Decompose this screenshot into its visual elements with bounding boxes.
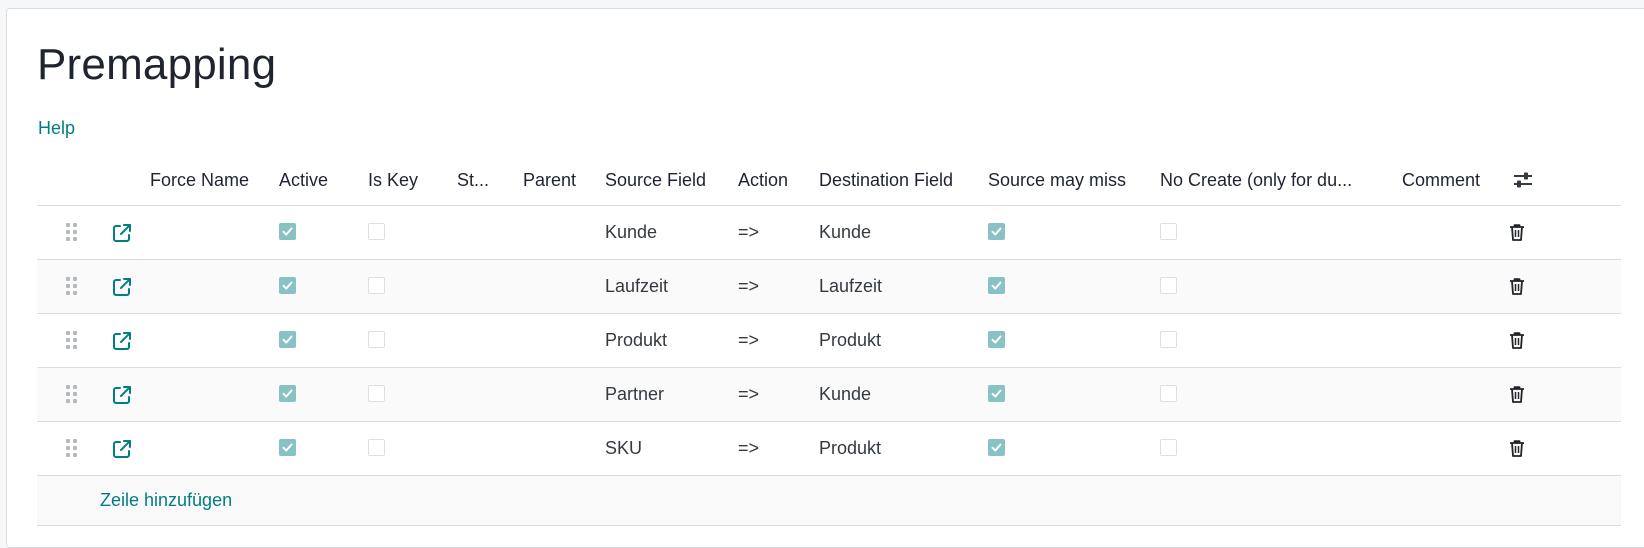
trash-icon[interactable] xyxy=(1507,438,1527,458)
header-st[interactable]: St... xyxy=(457,155,497,205)
no-create-checkbox[interactable] xyxy=(1160,331,1177,348)
premapping-table: Force Name Active Is Key St... Parent So… xyxy=(37,155,1621,526)
table-row[interactable]: SKU => Produkt xyxy=(37,422,1621,476)
active-checkbox[interactable] xyxy=(279,223,296,240)
drag-handle-icon[interactable] xyxy=(66,439,78,459)
source-field-cell[interactable]: Laufzeit xyxy=(605,260,668,313)
action-cell[interactable]: => xyxy=(738,206,759,259)
destination-field-cell[interactable]: Kunde xyxy=(819,206,871,259)
external-link-icon[interactable] xyxy=(111,384,133,406)
active-checkbox[interactable] xyxy=(279,331,296,348)
active-checkbox[interactable] xyxy=(279,385,296,402)
trash-icon[interactable] xyxy=(1507,276,1527,296)
destination-field-cell[interactable]: Produkt xyxy=(819,422,881,475)
table-body: Kunde => Kunde Laufzeit => Laufzeit Prod… xyxy=(37,206,1621,476)
help-link[interactable]: Help xyxy=(38,118,75,139)
header-comment[interactable]: Comment xyxy=(1402,155,1480,205)
table-row[interactable]: Partner => Kunde xyxy=(37,368,1621,422)
header-source-may-miss[interactable]: Source may miss xyxy=(988,155,1126,205)
header-parent[interactable]: Parent xyxy=(523,155,576,205)
active-checkbox[interactable] xyxy=(279,277,296,294)
header-source-field[interactable]: Source Field xyxy=(605,155,706,205)
drag-handle-icon[interactable] xyxy=(66,277,78,297)
is-key-checkbox[interactable] xyxy=(368,331,385,348)
trash-icon[interactable] xyxy=(1507,384,1527,404)
header-destination-field[interactable]: Destination Field xyxy=(819,155,953,205)
table-footer: Zeile hinzufügen xyxy=(37,476,1621,526)
trash-icon[interactable] xyxy=(1507,330,1527,350)
action-cell[interactable]: => xyxy=(738,260,759,313)
drag-handle-icon[interactable] xyxy=(66,331,78,351)
add-line-button[interactable]: Zeile hinzufügen xyxy=(100,476,232,525)
external-link-icon[interactable] xyxy=(111,330,133,352)
action-cell[interactable]: => xyxy=(738,368,759,421)
source-may-miss-checkbox[interactable] xyxy=(988,223,1005,240)
header-no-create[interactable]: No Create (only for du... xyxy=(1160,155,1372,205)
action-cell[interactable]: => xyxy=(738,422,759,475)
header-force-name[interactable]: Force Name xyxy=(150,155,249,205)
no-create-checkbox[interactable] xyxy=(1160,439,1177,456)
source-may-miss-checkbox[interactable] xyxy=(988,277,1005,294)
no-create-checkbox[interactable] xyxy=(1160,223,1177,240)
trash-icon[interactable] xyxy=(1507,222,1527,242)
table-row[interactable]: Produkt => Produkt xyxy=(37,314,1621,368)
page-title: Premapping xyxy=(37,40,277,89)
external-link-icon[interactable] xyxy=(111,276,133,298)
action-cell[interactable]: => xyxy=(738,314,759,367)
no-create-checkbox[interactable] xyxy=(1160,277,1177,294)
header-active[interactable]: Active xyxy=(279,155,328,205)
header-action[interactable]: Action xyxy=(738,155,788,205)
source-may-miss-checkbox[interactable] xyxy=(988,331,1005,348)
source-field-cell[interactable]: SKU xyxy=(605,422,642,475)
table-row[interactable]: Kunde => Kunde xyxy=(37,206,1621,260)
source-field-cell[interactable]: Produkt xyxy=(605,314,667,367)
destination-field-cell[interactable]: Produkt xyxy=(819,314,881,367)
external-link-icon[interactable] xyxy=(111,438,133,460)
destination-field-cell[interactable]: Kunde xyxy=(819,368,871,421)
no-create-checkbox[interactable] xyxy=(1160,385,1177,402)
source-may-miss-checkbox[interactable] xyxy=(988,385,1005,402)
external-link-icon[interactable] xyxy=(111,222,133,244)
source-field-cell[interactable]: Kunde xyxy=(605,206,657,259)
sliders-icon[interactable] xyxy=(1511,169,1535,191)
is-key-checkbox[interactable] xyxy=(368,277,385,294)
table-header: Force Name Active Is Key St... Parent So… xyxy=(37,155,1621,206)
table-row[interactable]: Laufzeit => Laufzeit xyxy=(37,260,1621,314)
drag-handle-icon[interactable] xyxy=(66,223,78,243)
is-key-checkbox[interactable] xyxy=(368,439,385,456)
active-checkbox[interactable] xyxy=(279,439,296,456)
destination-field-cell[interactable]: Laufzeit xyxy=(819,260,882,313)
header-is-key[interactable]: Is Key xyxy=(368,155,418,205)
source-field-cell[interactable]: Partner xyxy=(605,368,664,421)
drag-handle-icon[interactable] xyxy=(66,385,78,405)
is-key-checkbox[interactable] xyxy=(368,223,385,240)
is-key-checkbox[interactable] xyxy=(368,385,385,402)
source-may-miss-checkbox[interactable] xyxy=(988,439,1005,456)
